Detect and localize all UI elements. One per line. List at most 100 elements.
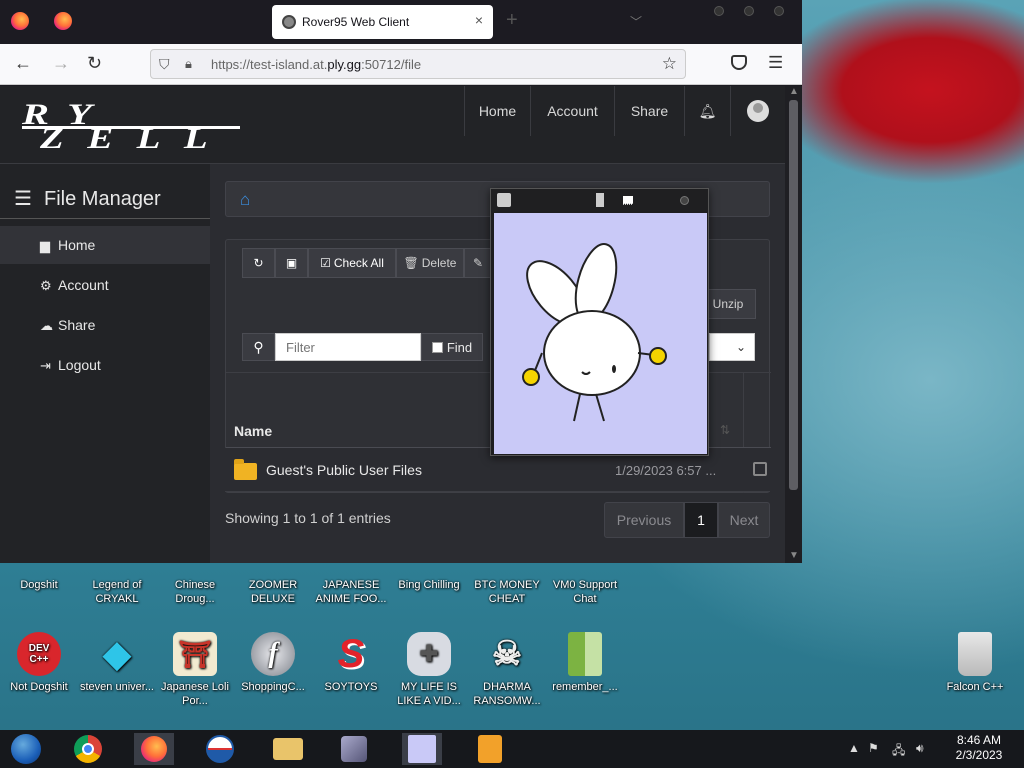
desktop-icon-label: steven univer... — [80, 681, 154, 693]
desktop-icon-vm0-support-chat[interactable]: VM0 Support Chat — [546, 578, 624, 606]
start-button[interactable] — [6, 733, 46, 765]
nav-home[interactable]: Home — [464, 86, 530, 136]
desktop-icon-chinese-droug[interactable]: Chinese Droug... — [156, 578, 234, 606]
sidebar-item-account[interactable]: ⚙ Account — [0, 266, 210, 304]
taskbar-firefox[interactable] — [134, 733, 174, 765]
desktop-icon-bing-chilling[interactable]: Bing Chilling — [390, 578, 468, 592]
refresh-button[interactable]: ↻ — [242, 248, 275, 278]
edit-button[interactable]: ✎ — [464, 248, 492, 278]
find-checkbox[interactable] — [431, 341, 443, 353]
taskbar-app-orange[interactable] — [470, 733, 510, 765]
desktop-icon-my-life-is-like[interactable]: ✚ MY LIFE IS LIKE A VID... — [390, 632, 468, 708]
desktop-icon-label: VM0 Support Chat — [552, 579, 618, 605]
page-scrollbar[interactable]: ▲ ▼ — [785, 86, 802, 563]
desktop-icon-legend-of-cryakl[interactable]: Legend of CRYAKL — [78, 578, 156, 606]
firefox-icon[interactable] — [54, 12, 72, 30]
minimize-button[interactable] — [714, 6, 724, 16]
delete-button[interactable]: 🗑︎ Delete — [396, 248, 464, 278]
tab-favicon-icon — [282, 15, 296, 29]
desktop-icon-dharma-ransomw[interactable]: ☠ DHARMA RANSOMW... — [468, 632, 546, 708]
network-icon[interactable]: 🖧︎ — [892, 741, 905, 762]
taskbar-explorer[interactable] — [268, 733, 308, 765]
tab-list-chevron-icon[interactable]: ﹀ — [630, 13, 642, 30]
nav-profile[interactable] — [730, 86, 785, 136]
taskbar-app-o[interactable] — [200, 733, 240, 765]
hamburger-menu-icon[interactable]: ☰ — [768, 53, 783, 73]
close-window-button[interactable] — [774, 6, 784, 16]
scroll-down-icon[interactable]: ▼ — [789, 550, 799, 561]
clock-date: 2/3/2023 — [955, 748, 1003, 762]
desktop-icon-label: BTC MONEY CHEAT — [474, 579, 540, 605]
desktop-icon-zoomer-deluxe[interactable]: ZOOMER DELUXE — [234, 578, 312, 606]
taskbar-chrome[interactable] — [68, 733, 108, 765]
search-addon: ⚲ — [242, 333, 275, 361]
desktop-icon-not-dogshit[interactable]: DEV C++ Not Dogshit — [0, 632, 78, 694]
firefox-icon[interactable] — [11, 12, 29, 30]
reload-icon[interactable]: ↻ — [87, 53, 102, 74]
check-all-button[interactable]: ☑ Check All — [308, 248, 396, 278]
devcpp-icon: DEV C++ — [17, 632, 61, 676]
image-popup-window[interactable] — [490, 188, 709, 456]
desktop-icon-soytoys[interactable]: S SOYTOYS — [312, 632, 390, 694]
popup-close-button[interactable] — [680, 196, 689, 205]
clock-time: 8:46 AM — [956, 733, 1002, 747]
nav-notifications[interactable]: 🔔︎ — [684, 86, 730, 136]
sidebar-item-home[interactable]: ▆ Home — [0, 226, 210, 264]
desktop-icon-label: remember_... — [552, 681, 618, 693]
desktop-icon-label: JAPANESE ANIME FOO... — [315, 579, 387, 605]
filter-input[interactable] — [275, 333, 421, 361]
maximize-button[interactable] — [744, 6, 754, 16]
refresh-icon: ↻ — [253, 256, 264, 270]
column-header-name[interactable]: Name — [234, 423, 272, 439]
scroll-thumb[interactable] — [789, 100, 798, 490]
scroll-up-icon[interactable]: ▲ — [789, 86, 799, 97]
nav-share[interactable]: Share — [614, 86, 684, 136]
volume-icon[interactable]: 🔊︎ — [916, 741, 924, 756]
desktop-icon-steven-univer[interactable]: ◆ steven univer... — [78, 632, 156, 694]
desktop-icon-recycle-bin[interactable]: Falcon C++ — [936, 632, 1014, 694]
current-page-button[interactable]: 1 — [684, 502, 718, 538]
system-clock[interactable]: 8:46 AM 2/3/2023 — [940, 733, 1018, 763]
shield-icon[interactable]: ⛉ — [159, 56, 170, 73]
new-tab-button[interactable]: + — [506, 9, 518, 32]
desktop-icon-label: ZOOMER DELUXE — [248, 579, 298, 605]
sidebar-item-logout[interactable]: ⇥ Logout — [0, 346, 210, 384]
find-toggle[interactable]: Find — [421, 333, 483, 361]
forward-arrow-icon[interactable]: → — [52, 53, 70, 74]
flag-icon[interactable]: ⚑ — [868, 741, 879, 755]
desktop-icon-dogshit[interactable]: Dogshit — [0, 578, 78, 592]
sidebar-item-label: Share — [58, 317, 96, 333]
file-action-icon[interactable] — [753, 462, 767, 476]
desktop-icon-label: Legend of CRYAKL — [92, 579, 142, 605]
desktop-icon-btc-money-cheat[interactable]: BTC MONEY CHEAT — [468, 578, 546, 606]
tray-expand-icon[interactable]: ▲ — [848, 741, 860, 755]
page-size-select[interactable]: ⌄ — [709, 333, 755, 361]
tab-rover95[interactable]: Rover95 Web Client × — [272, 5, 493, 39]
sidebar-item-share[interactable]: ☁ Share — [0, 306, 210, 344]
desktop-icon-japanese-anime[interactable]: JAPANESE ANIME FOO... — [312, 578, 390, 606]
popup-title-bar[interactable] — [491, 189, 708, 211]
desktop-icon-remember[interactable]: remember_... — [546, 632, 624, 694]
logout-icon: ⇥ — [40, 358, 51, 373]
pocket-icon[interactable] — [731, 55, 747, 70]
desktop-icon-japanese-loli[interactable]: ⛩ Japanese Loli Por... — [156, 632, 234, 708]
desktop-icon-shoppingc[interactable]: f ShoppingC... — [234, 632, 312, 694]
nav-account[interactable]: Account — [530, 86, 614, 136]
url-text[interactable]: https://test-island.at.ply.gg:50712/file — [211, 57, 421, 72]
o-logo-icon — [206, 735, 234, 763]
taskbar-settings[interactable] — [334, 733, 374, 765]
previous-page-button[interactable]: Previous — [604, 502, 684, 538]
sort-icon[interactable]: ⇅ — [720, 423, 730, 437]
bookmark-star-icon[interactable]: ☆ — [662, 54, 677, 74]
tab-close-icon[interactable]: × — [475, 12, 483, 28]
site-logo[interactable]: RY ZELL — [22, 98, 242, 155]
taskbar-bunny-viewer[interactable] — [402, 733, 442, 765]
image-view-button[interactable]: ▣ — [275, 248, 308, 278]
file-name[interactable]: Guest's Public User Files — [266, 462, 422, 478]
next-page-button[interactable]: Next — [718, 502, 770, 538]
back-arrow-icon[interactable]: ← — [14, 53, 32, 74]
lock-icon[interactable]: 🔒︎ — [185, 56, 192, 72]
url-bar[interactable]: ⛉ 🔒︎ https://test-island.at.ply.gg:50712… — [150, 49, 686, 79]
desktop-icon-label: SOYTOYS — [324, 681, 378, 693]
home-icon[interactable]: ⌂ — [240, 190, 250, 210]
